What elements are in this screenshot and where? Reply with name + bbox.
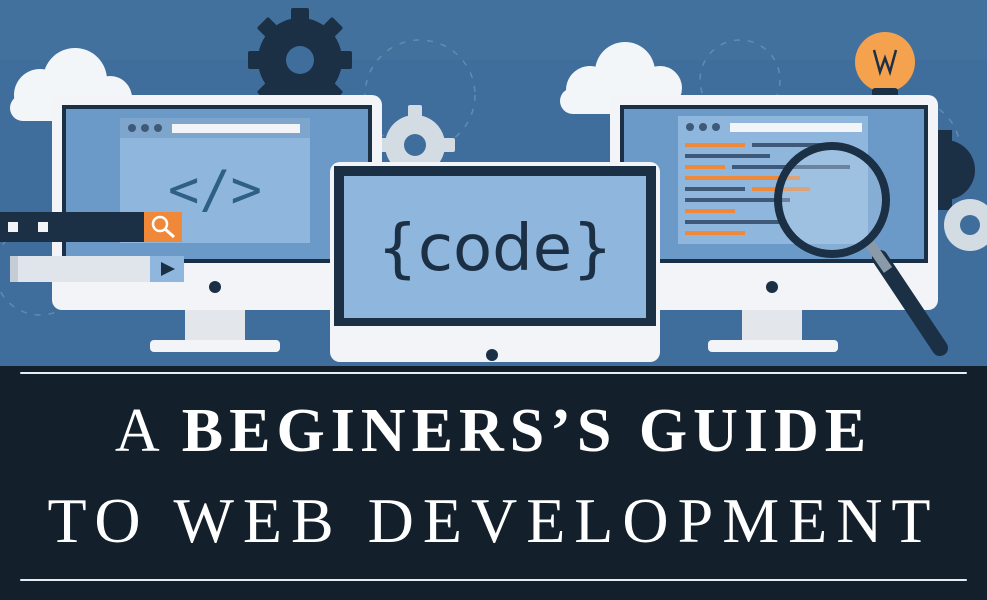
divider [20, 372, 967, 374]
code-tag-text: {code} [377, 212, 613, 286]
search-bar [0, 212, 182, 242]
title-main: BEGINERS’S GUIDE [181, 397, 873, 465]
html-tag-text: </> [168, 160, 262, 220]
title-line-2: TO WEB DEVELOPMENT [47, 485, 940, 556]
title-line-1: A BEGINERS’S GUIDE [0, 396, 987, 467]
title-article: A [114, 397, 162, 465]
video-progress-bar [10, 256, 184, 282]
infographic-banner: { "graphic": { "code_tag": "{code}", "ht… [0, 0, 987, 600]
divider [20, 579, 967, 581]
